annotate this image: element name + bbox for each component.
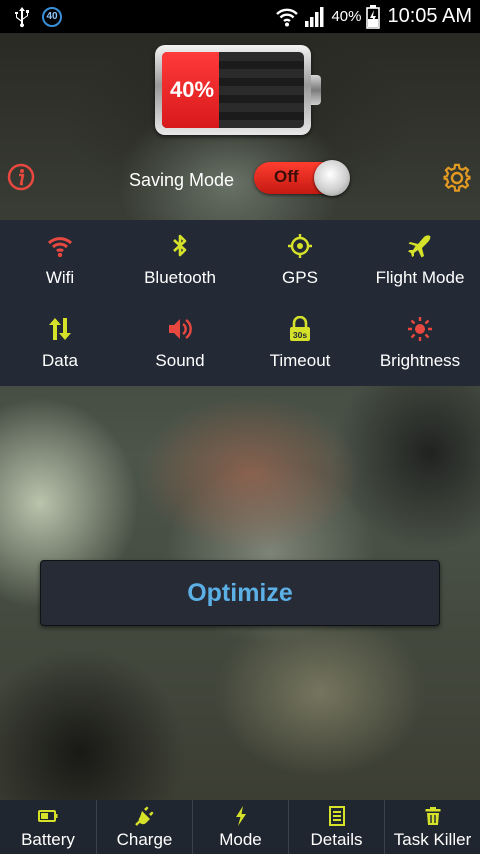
saving-mode-toggle[interactable]: Off [254, 160, 350, 196]
nav-details-label: Details [310, 830, 363, 849]
nav-mode-label: Mode [219, 830, 262, 849]
gear-icon[interactable] [442, 163, 472, 193]
wifi-label: Wifi [45, 268, 75, 287]
airplane-icon [408, 235, 431, 258]
battery-level-graphic: 40% [155, 45, 321, 137]
trash-icon [425, 807, 441, 825]
nav-battery-label: Battery [21, 830, 75, 849]
plug-icon [135, 806, 154, 826]
data-arrows-icon [49, 318, 71, 340]
nav-task-killer-label: Task Killer [393, 830, 472, 849]
wifi-signal-icon [276, 8, 299, 26]
nav-battery[interactable]: Battery [0, 800, 96, 854]
bluetooth-icon [173, 234, 187, 257]
toggle-data[interactable]: Data [0, 303, 120, 386]
lightning-icon [236, 806, 246, 826]
saving-mode-label: Saving Mode [129, 170, 235, 190]
toggle-sound[interactable]: Sound [120, 303, 240, 386]
bluetooth-label: Bluetooth [144, 268, 216, 287]
wifi-icon [48, 237, 72, 258]
quick-settings-panel: Wifi Bluetooth GPS Flight Mode Data Soun… [0, 220, 480, 386]
toggle-timeout[interactable]: 30s Timeout [240, 303, 360, 386]
nav-mode[interactable]: Mode [192, 800, 288, 854]
list-icon [329, 806, 345, 826]
battery-charging-icon [366, 4, 381, 29]
nav-details[interactable]: Details [288, 800, 384, 854]
flight-mode-label: Flight Mode [375, 268, 465, 287]
toggle-gps[interactable]: GPS [240, 220, 360, 303]
bottom-navigation: Battery Charge Mode Details Task Killer [0, 800, 480, 854]
nav-charge[interactable]: Charge [96, 800, 192, 854]
notification-count-badge: 40 [42, 6, 62, 27]
gps-label: GPS [282, 268, 318, 287]
toggle-wifi[interactable]: Wifi [0, 220, 120, 303]
toggle-knob [314, 160, 350, 196]
nav-task-killer[interactable]: Task Killer [384, 800, 480, 854]
sound-label: Sound [155, 351, 205, 370]
usb-icon [15, 6, 29, 27]
timeout-label: Timeout [269, 351, 331, 370]
svg-text:30s: 30s [293, 330, 307, 340]
battery-percent-label: 40% [169, 77, 215, 102]
toggle-brightness[interactable]: Brightness [360, 303, 480, 386]
saving-mode-toggle-text: Off [274, 167, 299, 186]
status-time: 10:05 AM [387, 5, 472, 27]
toggle-bluetooth[interactable]: Bluetooth [120, 220, 240, 303]
status-battery-percent: 40% [331, 8, 362, 25]
speaker-icon [169, 319, 192, 339]
nav-charge-label: Charge [116, 830, 173, 849]
blurred-background [0, 33, 480, 800]
timeout-lock-icon: 30s [290, 316, 310, 341]
optimize-button[interactable]: Optimize [40, 560, 440, 626]
battery-icon [38, 810, 58, 822]
brightness-icon [408, 317, 432, 341]
brightness-label: Brightness [379, 351, 461, 370]
info-icon[interactable] [7, 163, 35, 191]
gps-icon [288, 234, 312, 258]
cell-signal-icon [305, 6, 324, 27]
battery-body: 40% [155, 45, 311, 135]
status-bar: 40 40% 10:05 AM [0, 0, 480, 33]
toggle-flight-mode[interactable]: Flight Mode [360, 220, 480, 303]
battery-tip [311, 75, 321, 105]
data-label: Data [42, 351, 78, 370]
